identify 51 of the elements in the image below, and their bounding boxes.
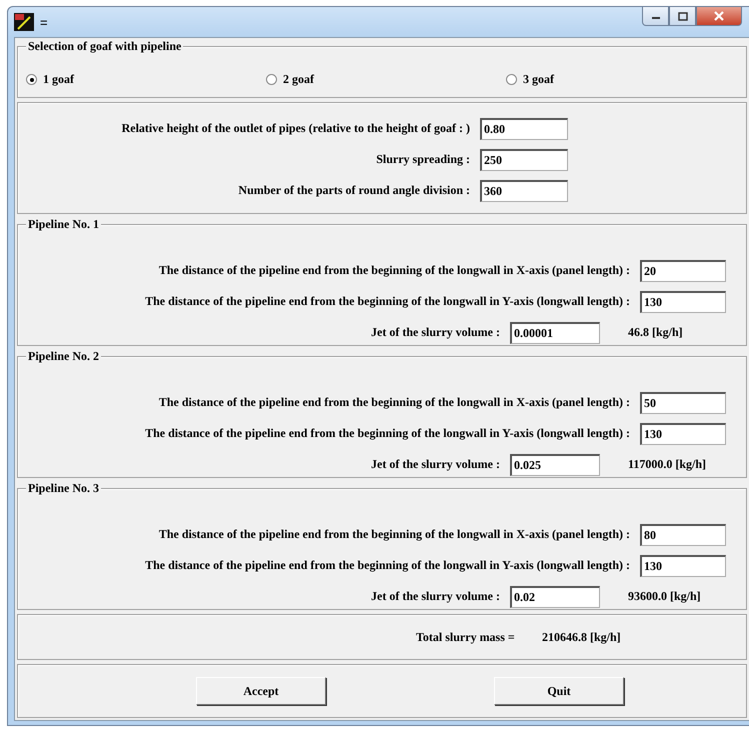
radio-label: 1 goaf [43,72,74,87]
total-value: 210646.8 [kg/h] [542,630,621,644]
result-value: 46.8 [kg/h] [628,325,683,340]
field-label: The distance of the pipeline end from the beginning of the longwall in X-axis (panel length) : [158,527,630,542]
total-label: Total slurry mass = [416,630,516,644]
radio-button[interactable] [506,74,517,85]
maximize-button[interactable] [669,7,696,26]
input-field[interactable]: 130 [640,290,726,312]
field-label: Number of the parts of round angle division : [237,183,470,198]
dialog-button[interactable]: Quit [494,677,624,705]
input-field[interactable]: 80 [640,524,726,546]
result-value: 117000.0 [kg/h] [628,457,706,472]
field-label: Slurry spreading : [375,152,470,167]
close-icon [713,11,725,21]
field-label: Relative height of the outlet of pipes (relative to the height of goaf : ) [120,121,470,136]
input-field[interactable]: 20 [640,260,726,282]
radio-label: 3 goaf [523,72,554,87]
field-label: The distance of the pipeline end from the beginning of the longwall in X-axis (panel length) : [158,263,630,278]
input-field[interactable]: 0.025 [510,454,600,476]
input-field[interactable]: 130 [640,422,726,444]
dialog-button[interactable]: Accept [196,677,326,705]
group-title: Pipeline No. 3 [26,481,101,496]
radio-option[interactable]: 2 goaf [266,72,506,87]
maximize-icon [678,12,688,20]
result-value: 93600.0 [kg/h] [628,589,701,604]
field-label: The distance of the pipeline end from the beginning of the longwall in X-axis (panel length) : [158,395,630,410]
radio-option[interactable]: 3 goaf [506,72,746,87]
field-label: The distance of the pipeline end from the beginning of the longwall in Y-axis (longwall length) : [144,558,630,573]
field-label: The distance of the pipeline end from the beginning of the longwall in Y-axis (longwall length) : [144,426,630,441]
close-button[interactable] [696,7,742,26]
window-title: = [40,14,48,30]
group-title: Pipeline No. 2 [26,349,101,364]
input-field[interactable]: 50 [640,392,726,414]
field-label: Jet of the slurry volume : [370,457,500,472]
field-label: Jet of the slurry volume : [370,589,500,604]
input-field[interactable]: 360 [480,180,568,202]
input-field[interactable]: 0.00001 [510,322,600,344]
group-title: Selection of goaf with pipeline [26,39,184,54]
field-label: The distance of the pipeline end from the beginning of the longwall in Y-axis (longwall length) : [144,294,630,309]
app-icon [14,13,34,31]
input-field[interactable]: 250 [480,148,568,170]
input-field[interactable]: 0.02 [510,586,600,608]
input-field[interactable]: 130 [640,554,726,576]
input-field[interactable]: 0.80 [480,118,568,140]
field-label: Jet of the slurry volume : [370,325,500,340]
radio-option[interactable]: 1 goaf [26,72,266,87]
radio-button[interactable] [266,74,277,85]
group-title: Pipeline No. 1 [26,217,101,232]
radio-button[interactable] [26,74,37,85]
minimize-button[interactable] [642,7,669,26]
radio-label: 2 goaf [283,72,314,87]
